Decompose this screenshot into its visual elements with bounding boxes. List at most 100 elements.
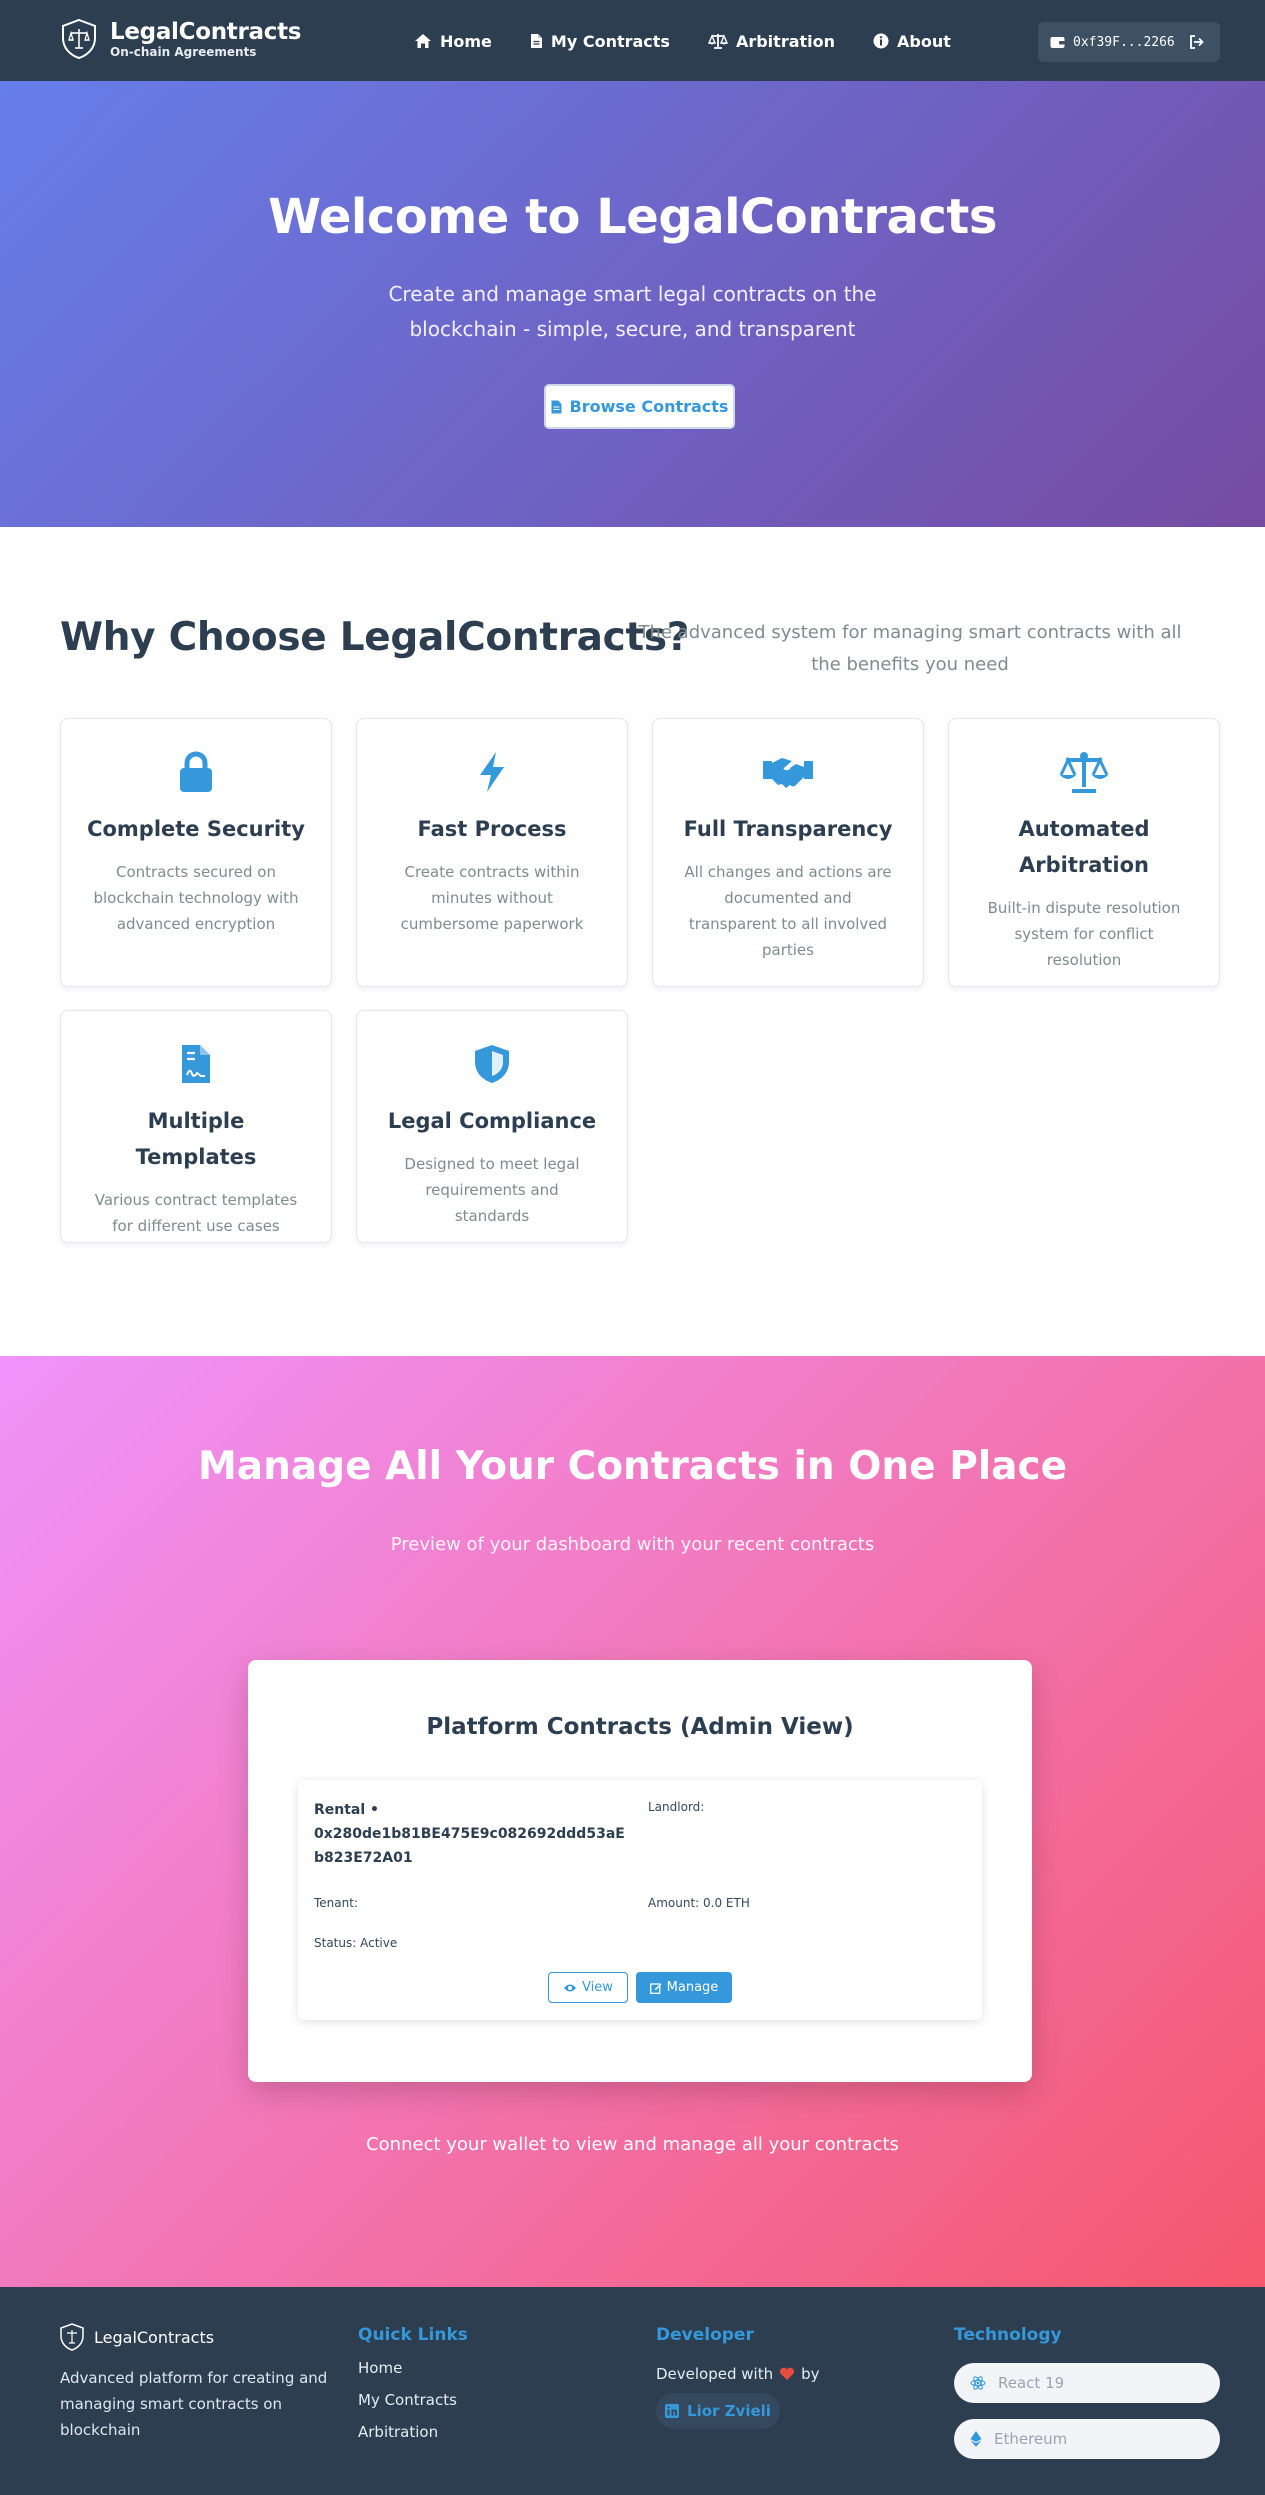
feature-card-templates: Multiple Templates Various contract temp… — [60, 1010, 332, 1243]
feature-desc: Built-in dispute resolution system for c… — [987, 899, 1181, 969]
footer-technology: Technology React 19 Ethereum — [954, 2323, 1220, 2459]
feature-title: Automated Arbitration — [1018, 817, 1150, 877]
bolt-icon — [480, 752, 504, 792]
technology-title: Technology — [954, 2325, 1062, 2345]
panel-title: Platform Contracts (Admin View) — [426, 1714, 854, 1740]
document-icon — [530, 34, 542, 48]
footer-brand-name: LegalContracts — [94, 2327, 215, 2347]
nav-link-about[interactable]: About — [873, 26, 951, 56]
shield-scale-logo-icon — [62, 18, 96, 60]
logout-icon[interactable] — [1189, 35, 1204, 49]
brand-logo-link[interactable]: LegalContracts On-chain Agreements — [60, 18, 301, 60]
feature-title: Full Transparency — [683, 817, 893, 841]
nav-link-label: Home — [440, 31, 492, 51]
contract-amount: Amount: 0.0 ETH — [648, 1896, 750, 1910]
feature-desc: Contracts secured on blockchain technolo… — [93, 863, 299, 933]
ethereum-icon — [970, 2431, 982, 2447]
view-label: View — [582, 1980, 613, 1995]
eye-icon — [564, 1984, 577, 1991]
nav-links: Home My Contracts Arbitration About — [414, 26, 989, 56]
feature-card-fast: Fast Process Create contracts within min… — [356, 718, 628, 987]
nav-link-label: My Contracts — [550, 31, 670, 51]
footer-link-my-contracts[interactable]: My Contracts — [358, 2391, 468, 2409]
handshake-icon — [763, 758, 813, 788]
feature-card-compliance: Legal Compliance Designed to meet legal … — [356, 1010, 628, 1243]
feature-card-transparency: Full Transparency All changes and action… — [652, 718, 924, 987]
info-icon — [873, 33, 889, 49]
contract-type: Rental • — [314, 1802, 380, 1818]
browse-contracts-button[interactable]: Browse Contracts — [544, 384, 735, 429]
dashboard-preview-section: Manage All Your Contracts in One Place P… — [0, 1356, 1265, 2287]
contract-tenant: Tenant: — [314, 1896, 358, 1910]
home-icon — [415, 34, 431, 48]
footer-brand: LegalContracts — [60, 2323, 330, 2351]
react-icon — [970, 2376, 986, 2390]
contract-status: Status: Active — [314, 1936, 398, 1950]
hero-title: Welcome to LegalContracts — [268, 189, 997, 245]
feature-card-arbitration: Automated Arbitration Built-in dispute r… — [948, 718, 1220, 987]
top-navbar: LegalContracts On-chain Agreements Home … — [0, 0, 1265, 81]
feature-desc: Designed to meet legal requirements and … — [404, 1155, 580, 1225]
brand-title: LegalContracts — [110, 19, 302, 45]
quick-links-title: Quick Links — [358, 2325, 468, 2345]
wallet-chip[interactable]: 0xf39F...2266 — [1038, 22, 1220, 62]
nav-link-arbitration[interactable]: Arbitration — [707, 26, 836, 56]
view-contract-button[interactable]: View — [548, 1972, 628, 2003]
heart-icon — [780, 2367, 795, 2380]
footer-link-home[interactable]: Home — [358, 2359, 468, 2377]
features-title: Why Choose LegalContracts? — [60, 615, 690, 660]
dashboard-subtitle: Preview of your dashboard with your rece… — [390, 1534, 875, 1555]
by-label: by — [801, 2365, 820, 2383]
nav-link-label: Arbitration — [735, 31, 836, 51]
wallet-address: 0xf39F...2266 — [1073, 34, 1175, 50]
edit-icon — [649, 1982, 662, 1994]
document-icon — [551, 400, 562, 413]
developed-with-text: Developed with by — [656, 2365, 820, 2383]
contract-actions: View Manage — [298, 1972, 982, 2003]
manage-contract-button[interactable]: Manage — [636, 1972, 732, 2003]
footer-link-arbitration[interactable]: Arbitration — [358, 2423, 468, 2441]
developer-title: Developer — [656, 2325, 754, 2345]
dashboard-title: Manage All Your Contracts in One Place — [197, 1444, 1068, 1489]
linkedin-icon — [665, 2404, 680, 2418]
hero-section: Welcome to LegalContracts Create and man… — [0, 81, 1265, 527]
scale-icon — [707, 34, 728, 49]
lock-icon — [180, 751, 212, 792]
footer-brand-column: LegalContracts Advanced platform for cre… — [60, 2323, 330, 2443]
nav-link-home[interactable]: Home — [414, 26, 492, 56]
feature-title: Legal Compliance — [387, 1109, 597, 1133]
connect-wallet-hint: Connect your wallet to view and manage a… — [366, 2134, 899, 2155]
contract-address[interactable]: 0x280de1b81BE475E9c082692ddd53aEb823E72A… — [314, 1826, 625, 1866]
feature-desc: Create contracts within minutes without … — [400, 863, 584, 933]
contract-card: Rental • 0x280de1b81BE475E9c082692ddd53a… — [298, 1780, 982, 2020]
feature-title: Multiple Templates — [135, 1109, 257, 1169]
contract-file-icon — [182, 1045, 210, 1083]
developed-with-label: Developed with — [656, 2365, 774, 2383]
developer-linkedin-link[interactable]: Lior Zvieli — [656, 2393, 780, 2429]
scale-icon — [1059, 752, 1109, 793]
hero-subtitle: Create and manage smart legal contracts … — [388, 282, 877, 341]
footer-description: Advanced platform for creating and manag… — [60, 2369, 328, 2439]
feature-card-security: Complete Security Contracts secured on b… — [60, 718, 332, 987]
developer-name: Lior Zvieli — [687, 2402, 771, 2420]
feature-title: Fast Process — [417, 817, 567, 841]
shield-scale-logo-icon — [60, 2323, 84, 2351]
contracts-panel: Platform Contracts (Admin View) Rental •… — [248, 1660, 1032, 2082]
site-footer: LegalContracts Advanced platform for cre… — [0, 2287, 1265, 2495]
feature-desc: Various contract templates for different… — [94, 1191, 298, 1235]
shield-icon — [475, 1045, 509, 1083]
wallet-icon — [1050, 36, 1065, 48]
footer-quick-links: Quick Links Home My Contracts Arbitratio… — [358, 2323, 468, 2441]
manage-label: Manage — [666, 1980, 719, 1995]
nav-link-label: About — [897, 31, 951, 51]
features-subtitle: The advanced system for managing smart c… — [638, 622, 1182, 675]
browse-contracts-label: Browse Contracts — [569, 397, 729, 416]
brand-subtitle: On-chain Agreements — [110, 45, 257, 59]
tech-chip-ethereum: Ethereum — [954, 2419, 1220, 2459]
contract-landlord: Landlord: — [648, 1800, 705, 1814]
tech-label: React 19 — [998, 2374, 1065, 2392]
tech-label: Ethereum — [994, 2430, 1068, 2448]
nav-link-my-contracts[interactable]: My Contracts — [530, 26, 670, 56]
footer-developer: Developer Developed with by Lior Zvieli — [656, 2323, 820, 2429]
contract-type-address: Rental • 0x280de1b81BE475E9c082692ddd53a… — [314, 1798, 632, 1870]
